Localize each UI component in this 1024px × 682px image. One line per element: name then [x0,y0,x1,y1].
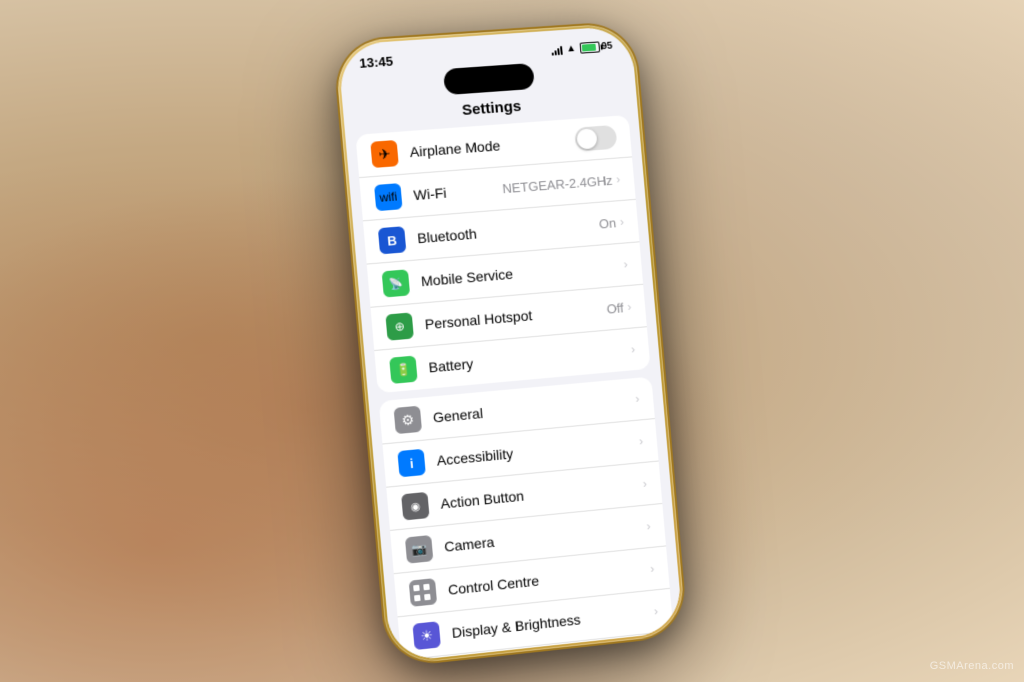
battery-fill [582,44,597,52]
battery-row-icon: 🔋 [389,356,418,384]
signal-bars [551,44,563,55]
status-icons: ▲ 95 [551,41,613,56]
display-brightness-icon: ☀ [412,621,440,650]
phone-frame: 13:45 ▲ 95 [334,22,687,666]
status-time: 13:45 [359,54,394,71]
control-centre-arrow: › [650,562,655,576]
mobile-service-label: Mobile Service [420,257,624,290]
airplane-mode-knob [576,128,597,149]
phone-screen: 13:45 ▲ 95 [337,25,683,662]
mobile-service-icon: 📡 [382,269,411,297]
battery-label: Battery [428,342,632,376]
battery-indicator: 95 [579,41,612,54]
personal-hotspot-icon: ⊕ [385,312,414,340]
wifi-status-icon: ▲ [566,43,577,55]
phone-device: 13:45 ▲ 95 [334,22,687,666]
control-centre-label: Control Centre [447,561,651,598]
accessibility-icon: i [397,449,426,478]
airplane-mode-label: Airplane Mode [409,132,576,160]
display-brightness-label: Display & Brightness [451,604,655,641]
general-arrow: › [635,392,640,406]
action-button-icon: ◉ [401,492,430,521]
control-centre-icon [409,578,437,607]
phone-inner: 13:45 ▲ 95 [337,25,683,662]
camera-arrow: › [646,519,651,533]
bluetooth-icon: B [378,226,407,254]
personal-hotspot-label: Personal Hotspot [424,301,607,333]
battery-text: 95 [601,41,613,53]
personal-hotspot-value: Off [606,300,624,316]
bluetooth-value: On [598,215,616,231]
bluetooth-arrow: › [619,215,624,229]
accessibility-label: Accessibility [436,434,640,469]
bluetooth-label: Bluetooth [417,216,600,247]
action-button-arrow: › [642,477,647,491]
personal-hotspot-arrow: › [627,300,632,314]
wifi-icon: wifi [374,183,403,211]
dynamic-island [443,63,535,95]
display-brightness-arrow: › [653,604,658,618]
watermark: GSMArena.com [930,660,1014,672]
wifi-label: Wi-Fi [413,180,503,203]
battery-box [579,41,600,53]
wifi-value: NETGEAR-2.4GHz [502,172,613,195]
battery-arrow: › [631,342,636,356]
general-label: General [432,391,636,426]
signal-bar-1 [552,52,554,55]
device-section: ⚙ General › i Accessibility › ◉ Action B… [379,377,684,663]
wifi-arrow: › [616,172,621,186]
signal-bar-2 [554,50,556,55]
action-button-label: Action Button [440,476,644,512]
airplane-mode-toggle[interactable] [574,125,617,152]
mobile-service-arrow: › [623,257,628,271]
accessibility-arrow: › [639,434,644,448]
settings-scroll[interactable]: ✈ Airplane Mode wifi Wi-Fi NETGEAR-2.4GH… [345,114,683,663]
general-icon: ⚙ [394,406,423,435]
airplane-mode-icon: ✈ [370,140,399,168]
connectivity-section: ✈ Airplane Mode wifi Wi-Fi NETGEAR-2.4GH… [355,115,650,393]
camera-icon: 📷 [405,535,433,564]
camera-label: Camera [444,519,648,555]
signal-bar-4 [560,45,563,54]
